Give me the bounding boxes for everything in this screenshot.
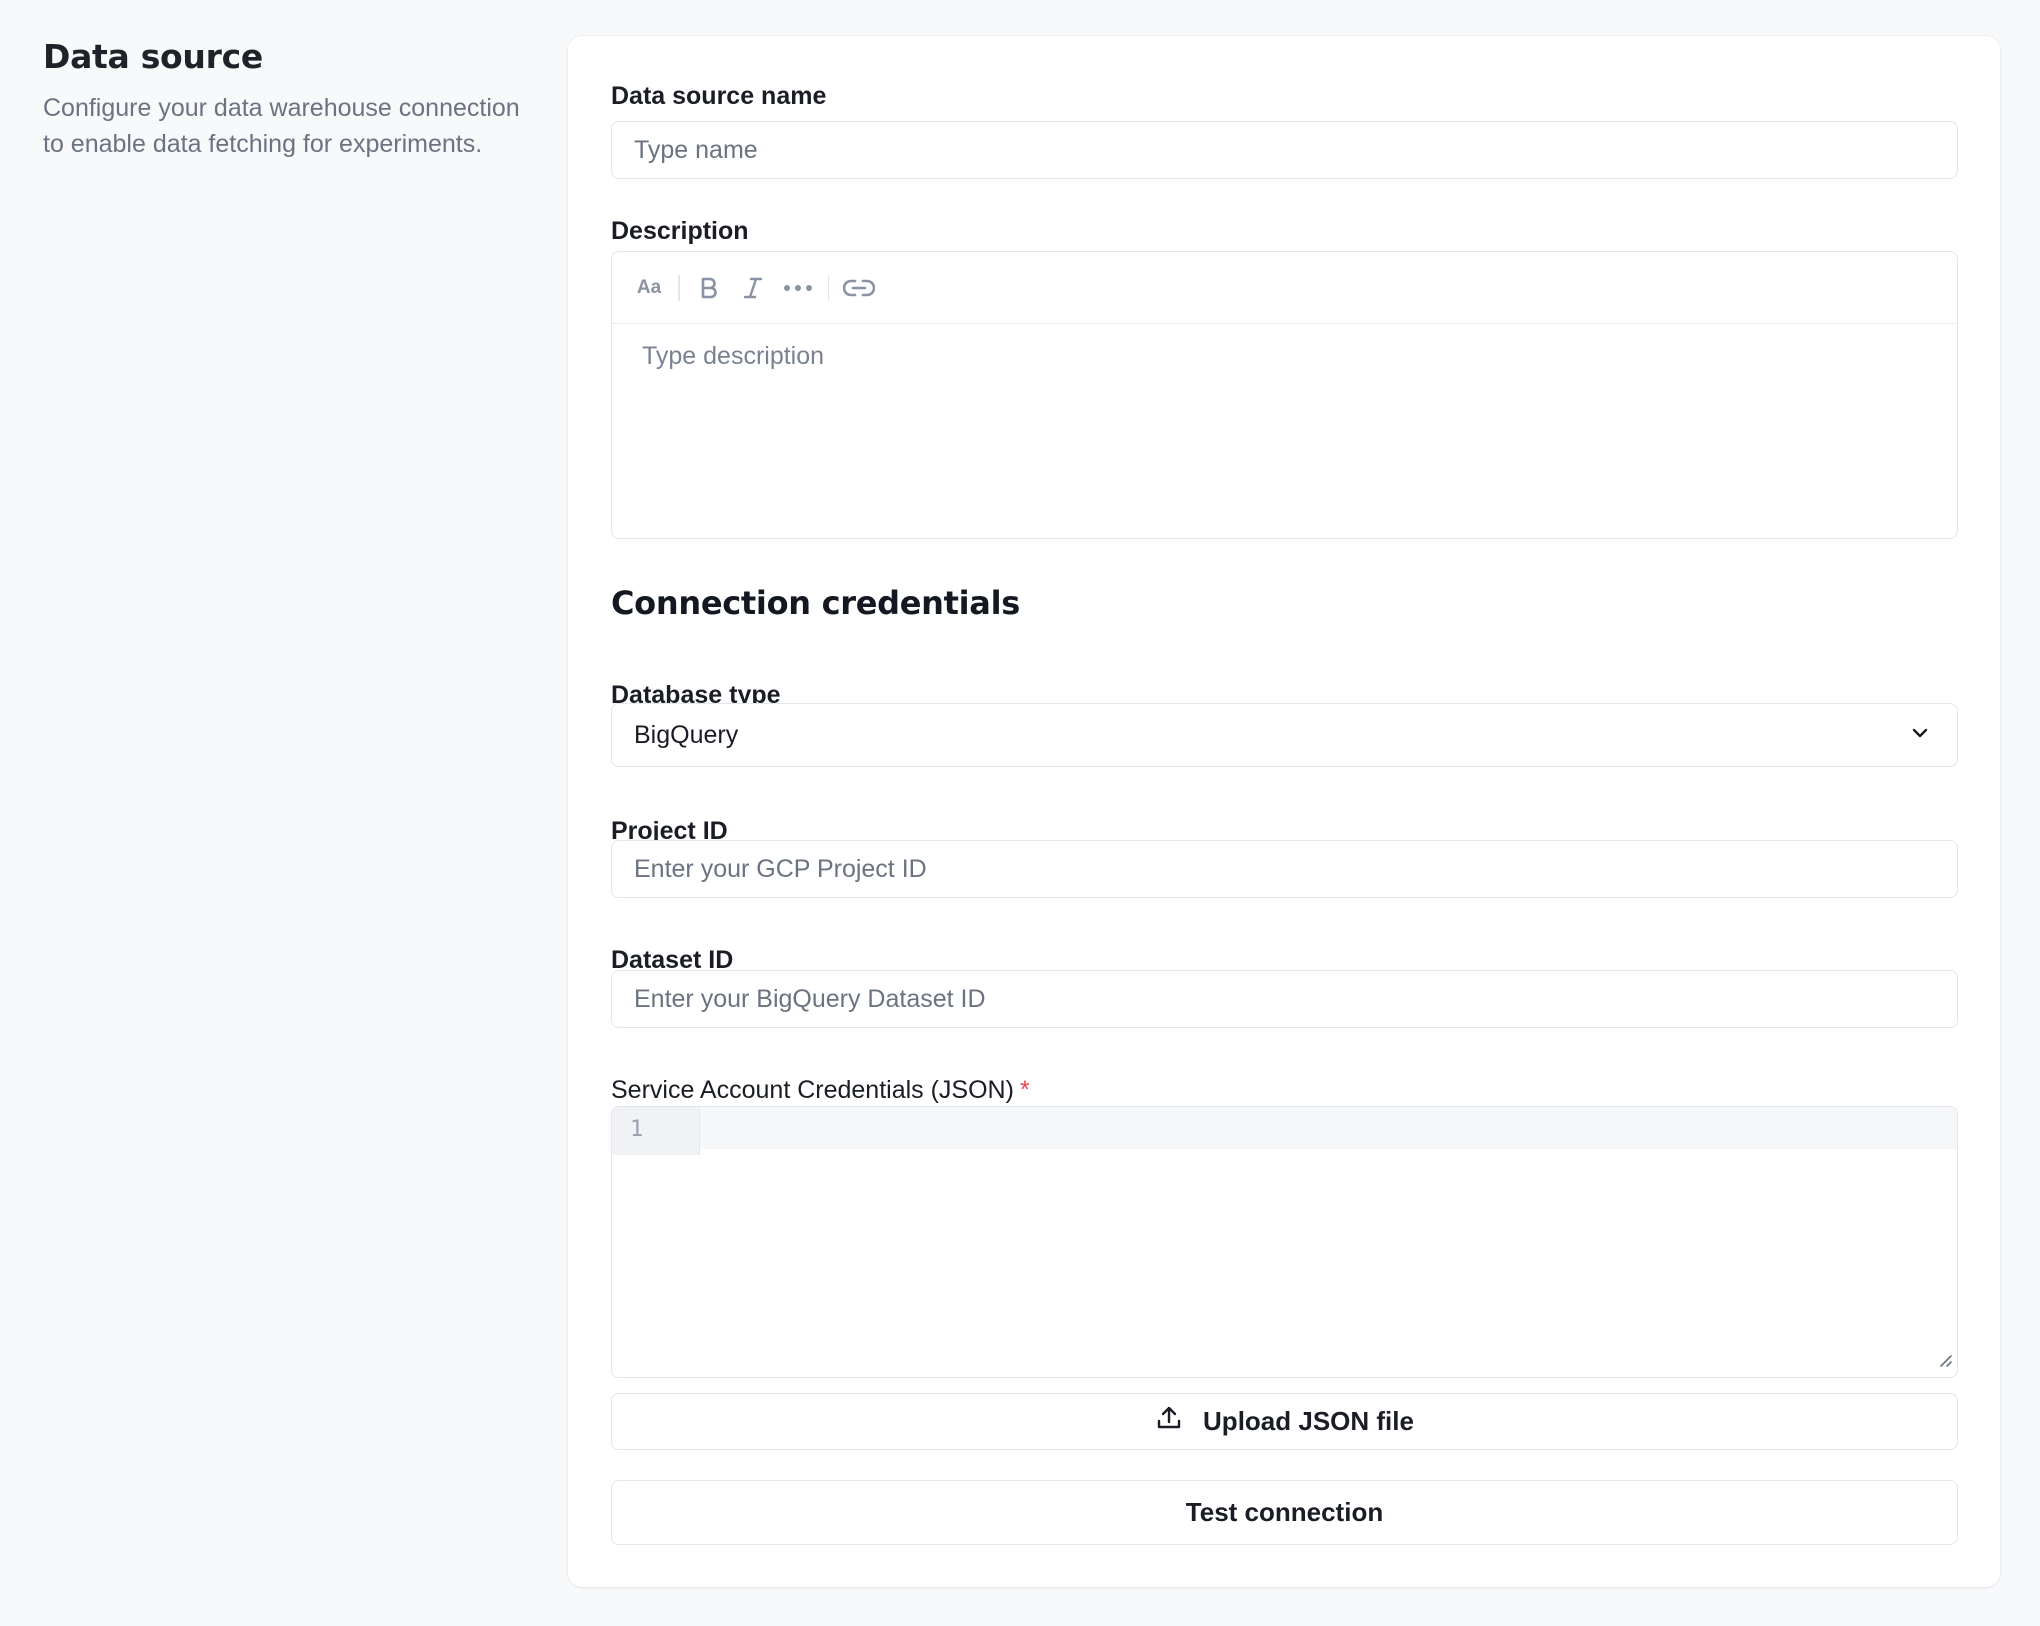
data-source-form-card: Data source name Type name Description A…	[568, 36, 2000, 1587]
link-icon[interactable]	[843, 268, 875, 308]
chevron-down-icon	[1907, 720, 1933, 753]
name-label: Data source name	[611, 82, 827, 110]
database-type-value: BigQuery	[634, 720, 739, 749]
dataset-id-placeholder: Enter your BigQuery Dataset ID	[634, 984, 986, 1013]
upload-json-button[interactable]: Upload JSON file	[611, 1393, 1958, 1450]
description-label: Description	[611, 217, 749, 245]
bold-icon[interactable]	[694, 268, 724, 308]
editor-toolbar: Aa	[612, 252, 1957, 324]
more-icon[interactable]	[782, 268, 814, 308]
name-input[interactable]: Type name	[611, 121, 1958, 179]
page-title: Data source	[43, 37, 263, 76]
test-connection-label: Test connection	[1185, 1497, 1384, 1527]
service-account-label-text: Service Account Credentials (JSON)	[611, 1076, 1014, 1104]
page: Data source Configure your data warehous…	[0, 0, 2040, 1626]
line-number: 1	[612, 1107, 700, 1155]
credentials-heading: Connection credentials	[611, 584, 1020, 622]
name-placeholder: Type name	[634, 135, 758, 164]
upload-icon	[1155, 1404, 1183, 1439]
upload-json-label: Upload JSON file	[1203, 1406, 1414, 1436]
description-placeholder: Type description	[642, 342, 825, 370]
project-id-placeholder: Enter your GCP Project ID	[634, 854, 927, 883]
page-description: Configure your data warehouse connection…	[43, 94, 520, 158]
test-connection-button[interactable]: Test connection	[611, 1480, 1958, 1545]
toolbar-divider	[678, 274, 680, 301]
credentials-json-editor[interactable]: 1	[611, 1106, 1958, 1378]
italic-icon[interactable]	[738, 268, 768, 308]
service-account-label: Service Account Credentials (JSON) *	[611, 1074, 1030, 1106]
intro-section: Data source Configure your data warehous…	[43, 36, 523, 162]
description-editor[interactable]: Aa Type description	[611, 251, 1958, 539]
database-type-select[interactable]: BigQuery	[611, 703, 1958, 767]
text-style-button[interactable]: Aa	[634, 268, 664, 308]
required-marker: *	[1019, 1076, 1030, 1104]
toolbar-divider	[827, 274, 829, 301]
dataset-id-input[interactable]: Enter your BigQuery Dataset ID	[611, 970, 1958, 1028]
active-line-highlight	[612, 1107, 1957, 1149]
project-id-input[interactable]: Enter your GCP Project ID	[611, 840, 1958, 898]
resize-handle-icon[interactable]	[1937, 1352, 1953, 1373]
